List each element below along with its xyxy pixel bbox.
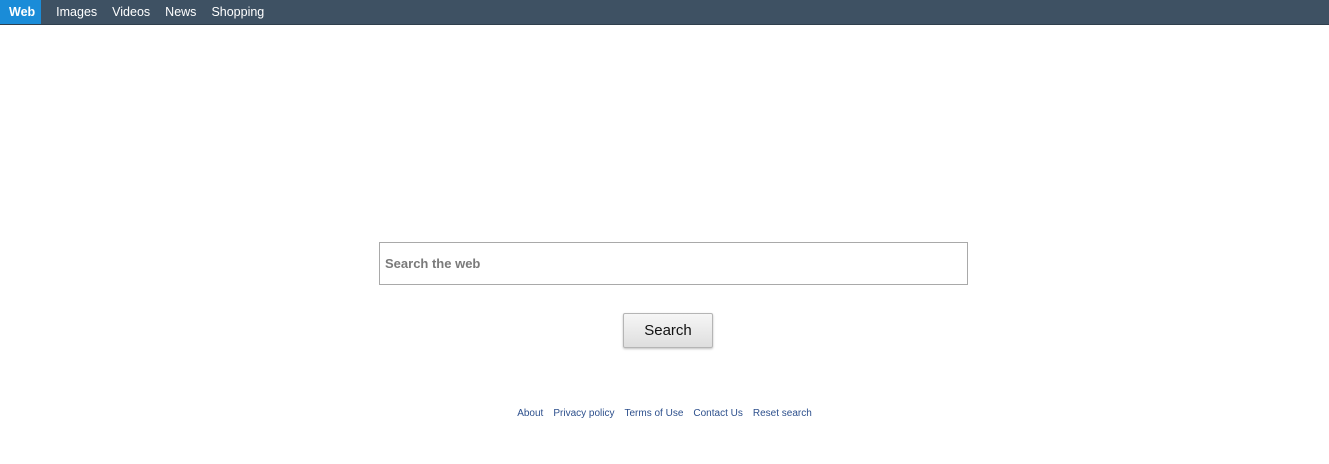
footer-link-about[interactable]: About: [517, 408, 543, 419]
tab-videos[interactable]: Videos: [105, 0, 157, 24]
tab-shopping[interactable]: Shopping: [204, 0, 271, 24]
search-button[interactable]: Search: [623, 313, 713, 348]
search-box: [379, 242, 968, 285]
footer-link-contact-us[interactable]: Contact Us: [693, 408, 742, 419]
tab-news[interactable]: News: [158, 0, 203, 24]
tab-web[interactable]: Web: [0, 0, 42, 24]
search-input[interactable]: [380, 243, 967, 284]
top-nav-bar: Web Images Videos News Shopping: [0, 0, 1329, 25]
footer-link-reset-search[interactable]: Reset search: [753, 408, 812, 419]
footer-link-terms-of-use[interactable]: Terms of Use: [624, 408, 683, 419]
footer-links: About Privacy policy Terms of Use Contac…: [0, 408, 1329, 419]
footer-link-privacy-policy[interactable]: Privacy policy: [553, 408, 614, 419]
tab-images[interactable]: Images: [49, 0, 104, 24]
